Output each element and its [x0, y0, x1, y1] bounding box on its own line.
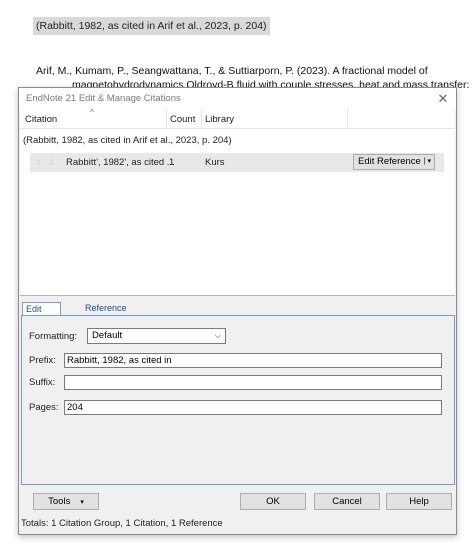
ok-button[interactable]: OK: [240, 493, 306, 510]
move-up-icon[interactable]: ⇧: [33, 157, 44, 168]
edit-reference-button[interactable]: Edit Reference | ▾: [353, 154, 435, 170]
chevron-down-icon: ▾: [80, 499, 84, 506]
tab-reference[interactable]: Reference: [82, 302, 130, 316]
chevron-down-icon: ⌵: [214, 331, 221, 340]
formatting-label: Formatting:: [29, 331, 78, 342]
cancel-button[interactable]: Cancel: [314, 493, 380, 510]
citation-group-row[interactable]: (Rabbitt, 1982, as cited in Arif et al.,…: [23, 135, 232, 146]
tools-label: Tools: [48, 496, 71, 507]
pages-label: Pages:: [29, 402, 59, 413]
pages-input[interactable]: [64, 400, 442, 415]
prefix-label: Prefix:: [29, 355, 56, 366]
edit-reference-label: Edit Reference: [358, 156, 421, 167]
dialog-title: EndNote 21 Edit & Manage Citations: [26, 93, 181, 104]
status-bar: Totals: 1 Citation Group, 1 Citation, 1 …: [21, 518, 223, 529]
list-header: Citation ^ Count Library: [20, 108, 455, 129]
column-header-library[interactable]: Library: [205, 114, 234, 125]
tab-edit-citation[interactable]: Edit Citation: [22, 302, 61, 327]
column-header-count[interactable]: Count: [170, 114, 195, 125]
formatting-select[interactable]: Default ⌵: [87, 328, 226, 344]
close-icon[interactable]: ✕: [434, 90, 452, 108]
prefix-input[interactable]: [64, 353, 442, 368]
document-citation[interactable]: (Rabbitt, 1982, as cited in Arif et al.,…: [33, 17, 270, 35]
sort-up-icon: ^: [90, 108, 94, 117]
formatting-value: Default: [92, 330, 123, 341]
citation-row-text: Rabbitt', 1982', as cited ...: [66, 157, 175, 168]
citation-list: Citation ^ Count Library (Rabbitt, 1982,…: [20, 108, 455, 296]
move-down-icon[interactable]: ⇩: [46, 157, 57, 168]
help-button[interactable]: Help: [386, 493, 452, 510]
edit-citation-panel: Formatting: Default ⌵ Prefix: Suffix: Pa…: [21, 315, 455, 485]
dialog-titlebar[interactable]: EndNote 21 Edit & Manage Citations ✕: [19, 88, 456, 110]
suffix-label: Suffix:: [29, 377, 56, 388]
document-reference-line-1: Arif, M., Kumam, P., Seangwattana, T., &…: [36, 65, 428, 77]
citation-row-count: 1: [169, 157, 175, 168]
chevron-down-icon: | ▾: [423, 158, 431, 165]
column-header-citation[interactable]: Citation: [25, 114, 57, 125]
citation-row-library: Kurs: [205, 157, 225, 168]
edit-manage-citations-dialog: EndNote 21 Edit & Manage Citations ✕ Cit…: [18, 87, 457, 535]
suffix-input[interactable]: [64, 375, 442, 390]
tools-button[interactable]: Tools ▾: [33, 493, 99, 510]
citation-details-pane: Edit Citation Reference Formatting: Defa…: [20, 298, 455, 488]
citation-row[interactable]: ⇧ ⇩ Rabbitt', 1982', as cited ... 1 Kurs…: [30, 153, 444, 172]
